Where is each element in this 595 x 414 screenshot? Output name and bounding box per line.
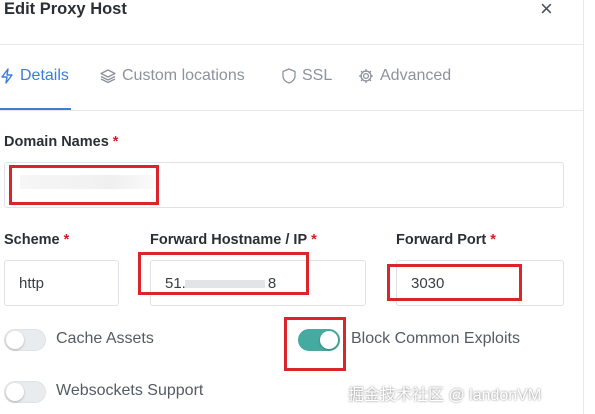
tab-details[interactable]: Details bbox=[0, 67, 69, 85]
tab-custom-locations[interactable]: Custom locations bbox=[100, 67, 245, 85]
bolt-icon bbox=[1, 68, 13, 84]
watermark: 掘金技术社区 @ landonVM bbox=[348, 387, 542, 404]
websockets-support-label: Websockets Support bbox=[56, 382, 204, 399]
forward-port-label: Forward Port * bbox=[396, 232, 496, 248]
tab-ssl[interactable]: SSL bbox=[282, 67, 332, 85]
forward-host-label: Forward Hostname / IP * bbox=[150, 232, 317, 248]
dialog-title: Edit Proxy Host bbox=[4, 0, 127, 18]
annotation-box-port bbox=[387, 264, 522, 301]
dialog-header: Edit Proxy Host × bbox=[0, 0, 583, 45]
toggle-knob bbox=[6, 383, 24, 401]
toggle-knob bbox=[6, 331, 24, 349]
block-common-exploits-label: Block Common Exploits bbox=[351, 330, 520, 347]
close-icon[interactable]: × bbox=[540, 0, 553, 20]
tab-details-label: Details bbox=[20, 67, 69, 84]
tab-bar: Details Custom locations SSL Advanced bbox=[0, 45, 583, 111]
domain-names-label: Domain Names * bbox=[4, 134, 119, 150]
websockets-support-toggle[interactable] bbox=[4, 381, 46, 403]
gear-icon bbox=[358, 68, 374, 84]
tab-custom-locations-label: Custom locations bbox=[122, 67, 245, 84]
cache-assets-label: Cache Assets bbox=[56, 330, 154, 347]
tab-advanced[interactable]: Advanced bbox=[358, 67, 451, 85]
tab-advanced-label: Advanced bbox=[380, 67, 452, 84]
shield-icon bbox=[282, 68, 296, 84]
scheme-label: Scheme * bbox=[4, 232, 70, 248]
tab-ssl-label: SSL bbox=[302, 67, 333, 84]
cache-assets-toggle[interactable] bbox=[4, 329, 46, 351]
annotation-box-domain bbox=[9, 165, 159, 205]
active-tab-indicator bbox=[0, 108, 71, 110]
dialog-right-border bbox=[583, 0, 584, 414]
layers-icon bbox=[100, 69, 116, 84]
annotation-box-host bbox=[138, 252, 309, 295]
annotation-box-exploits bbox=[284, 317, 346, 371]
scheme-input[interactable]: http bbox=[4, 260, 119, 306]
